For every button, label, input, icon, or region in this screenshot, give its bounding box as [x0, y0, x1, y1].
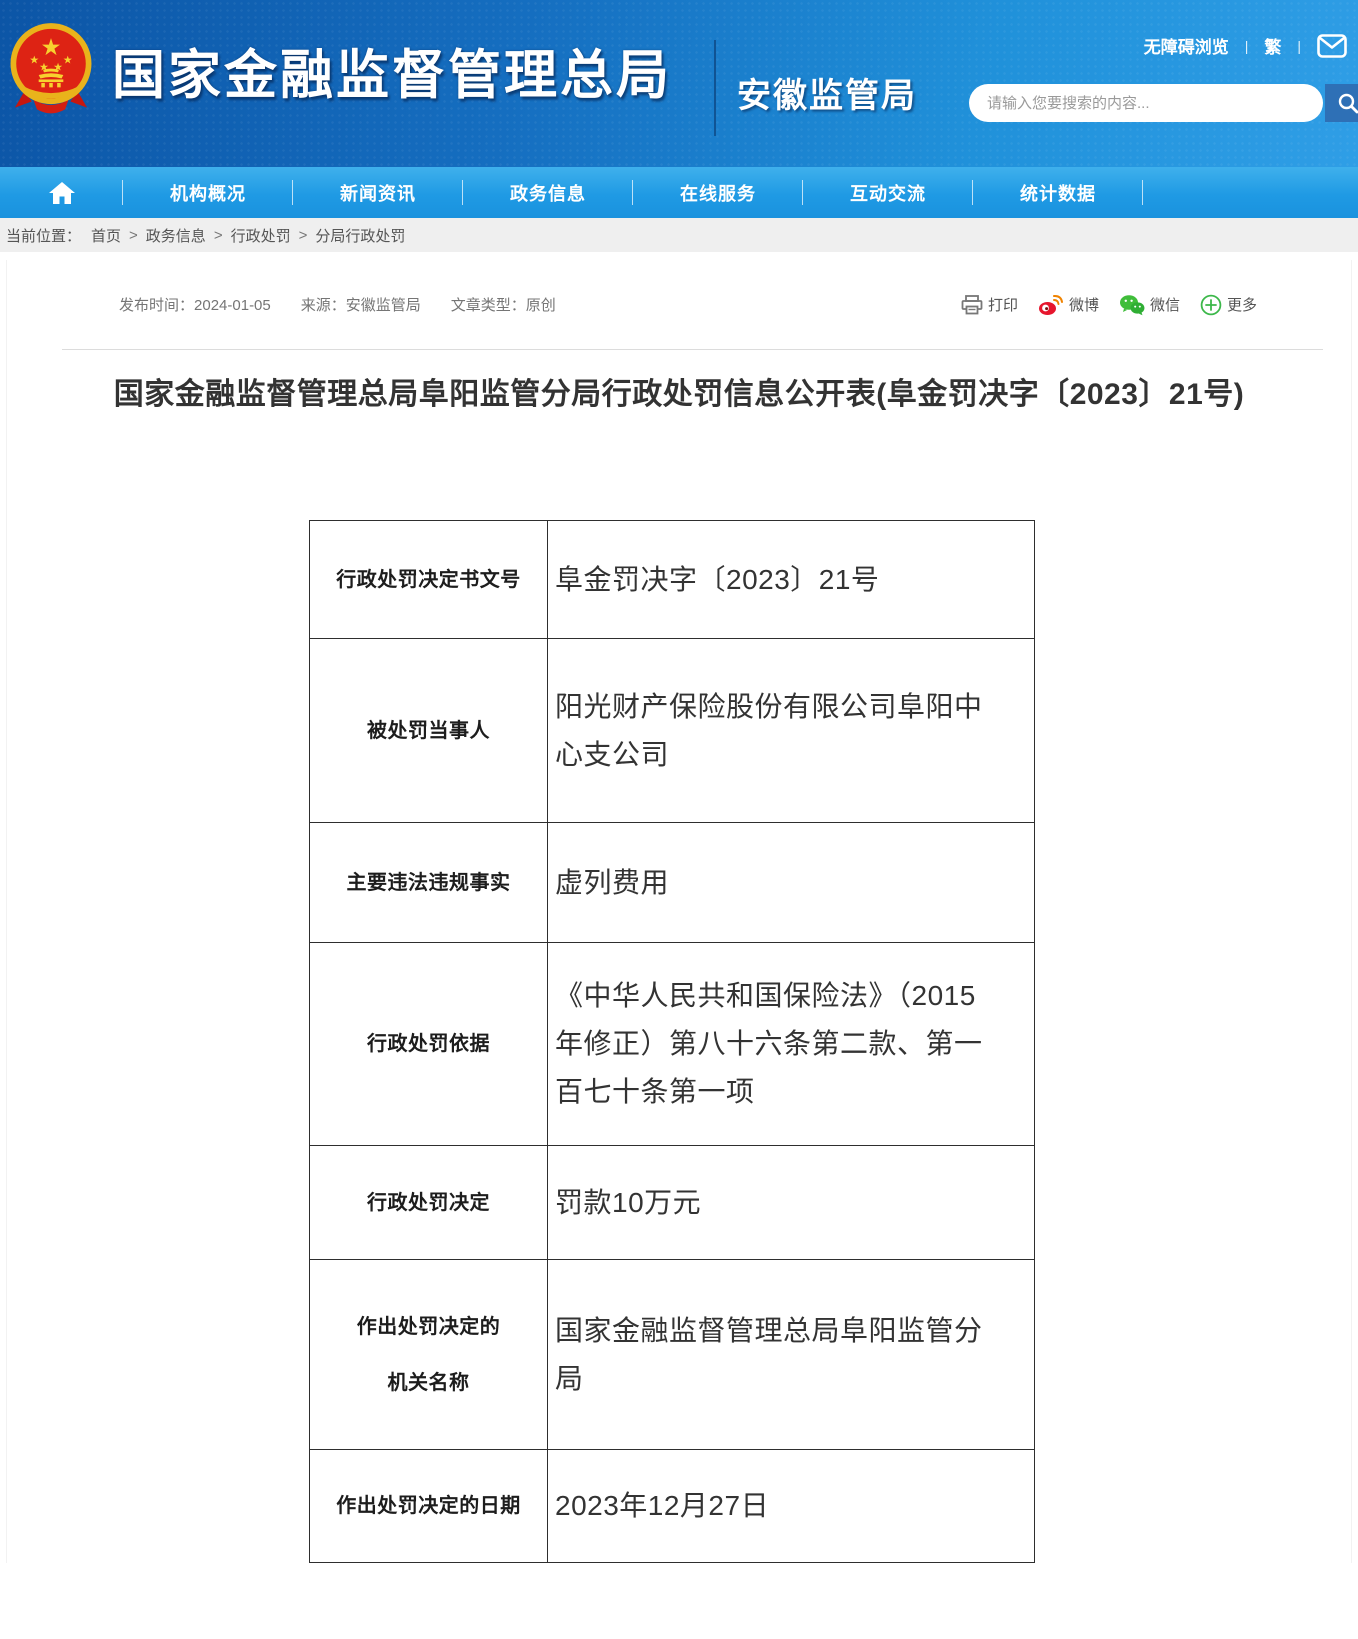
article-type: 文章类型：原创	[450, 297, 556, 314]
row-label: 主要违法违规事实	[309, 822, 548, 943]
breadcrumb-separator: >	[129, 226, 138, 244]
row-value: 虚列费用	[547, 822, 1035, 943]
row-label: 作出处罚决定的 机关名称	[309, 1259, 548, 1450]
table-row: 行政处罚决定 罚款10万元	[309, 1145, 1035, 1260]
row-label-line1: 作出处罚决定的	[356, 1315, 501, 1338]
nav-item-zhengwu[interactable]: 政务信息	[463, 167, 633, 218]
wechat-share-button[interactable]: 微信	[1119, 294, 1180, 316]
bureau-name: 安徽监管局	[737, 77, 917, 115]
page-title: 国家金融监督管理总局阜阳监管分局行政处罚信息公开表(阜金罚决字〔2023〕21号…	[113, 378, 1245, 411]
nav-item-xinwen[interactable]: 新闻资讯	[293, 167, 463, 218]
search-input[interactable]	[969, 84, 1323, 122]
main-nav: 机构概况 新闻资讯 政务信息 在线服务 互动交流 统计数据	[0, 167, 1358, 218]
breadcrumb-item-home[interactable]: 首页	[91, 225, 121, 246]
nav-item-tongji[interactable]: 统计数据	[973, 167, 1143, 218]
traditional-chinese-link[interactable]: 繁	[1264, 33, 1281, 58]
row-value: 国家金融监督管理总局阜阳监管分局	[547, 1259, 1035, 1450]
more-plus-icon	[1200, 294, 1222, 315]
top-links-separator: |	[1297, 37, 1301, 54]
table-row: 主要违法违规事实 虚列费用	[309, 822, 1035, 943]
more-share-button[interactable]: 更多	[1200, 294, 1257, 316]
top-links-separator: |	[1244, 37, 1249, 54]
row-label: 行政处罚决定	[309, 1145, 548, 1260]
article-meta: 发布时间：2024-01-05 来源：安徽监管局 文章类型：原创	[62, 294, 586, 315]
breadcrumb-separator: >	[298, 226, 308, 244]
nav-item-zaixian[interactable]: 在线服务	[633, 167, 803, 218]
nav-home-button[interactable]	[0, 167, 123, 218]
table-row: 作出处罚决定的 机关名称 国家金融监督管理总局阜阳监管分局	[309, 1259, 1035, 1450]
top-links: 无障碍浏览 | 繁 |	[1144, 33, 1347, 58]
row-label: 行政处罚决定书文号	[309, 520, 548, 639]
print-icon	[961, 294, 983, 314]
national-emblem-logo	[10, 23, 92, 114]
row-label: 行政处罚依据	[309, 942, 548, 1146]
table-row: 行政处罚决定书文号 阜金罚决字〔2023〕21号	[309, 520, 1035, 639]
weibo-icon	[1038, 294, 1063, 315]
table-row: 被处罚当事人 阳光财产保险股份有限公司阜阳中心支公司	[309, 638, 1035, 823]
nav-item-jigou[interactable]: 机构概况	[123, 167, 293, 218]
table-row: 作出处罚决定的日期 2023年12月27日	[309, 1449, 1035, 1563]
row-label-line2: 机关名称	[387, 1371, 470, 1394]
breadcrumb-label: 当前位置：	[6, 227, 82, 245]
search-button[interactable]	[1325, 84, 1358, 122]
breadcrumb: 当前位置： 首页 > 政务信息 > 行政处罚 > 分局行政处罚	[0, 218, 1358, 252]
search-bar	[969, 84, 1358, 122]
home-icon	[48, 181, 75, 204]
row-label: 被处罚当事人	[309, 638, 548, 823]
weibo-share-button[interactable]: 微博	[1038, 294, 1099, 316]
row-value: 罚款10万元	[547, 1145, 1035, 1260]
banner-divider	[714, 40, 716, 136]
row-value: 阳光财产保险股份有限公司阜阳中心支公司	[547, 638, 1035, 823]
row-value: 阜金罚决字〔2023〕21号	[547, 520, 1035, 639]
share-actions: 打印 微博 微信 更多	[961, 294, 1323, 316]
search-icon	[1338, 93, 1358, 114]
site-banner: 国家金融监督管理总局 安徽监管局 无障碍浏览 | 繁 |	[0, 0, 1358, 167]
row-label: 作出处罚决定的日期	[309, 1449, 548, 1563]
breadcrumb-item-zhengwu[interactable]: 政务信息	[146, 225, 206, 246]
mail-icon[interactable]	[1317, 33, 1347, 58]
article-meta-row: 发布时间：2024-01-05 来源：安徽监管局 文章类型：原创 打印 微博 微…	[62, 260, 1323, 350]
article-panel: 发布时间：2024-01-05 来源：安徽监管局 文章类型：原创 打印 微博 微…	[6, 260, 1352, 1563]
nav-item-hudong[interactable]: 互动交流	[803, 167, 973, 218]
site-title: 国家金融监督管理总局	[112, 46, 672, 105]
breadcrumb-item-fenju[interactable]: 分局行政处罚	[315, 225, 405, 246]
wechat-icon	[1119, 294, 1145, 315]
article-source: 来源：安徽监管局	[300, 297, 421, 314]
breadcrumb-separator: >	[213, 226, 223, 244]
row-value: 《中华人民共和国保险法》（2015年修正）第八十六条第二款、第一百七十条第一项	[547, 942, 1035, 1146]
table-row: 行政处罚依据 《中华人民共和国保险法》（2015年修正）第八十六条第二款、第一百…	[309, 942, 1035, 1146]
penalty-info-table: 行政处罚决定书文号 阜金罚决字〔2023〕21号 被处罚当事人 阳光财产保险股份…	[309, 520, 1035, 1563]
print-button[interactable]: 打印	[961, 294, 1018, 315]
publish-date: 发布时间：2024-01-05	[119, 297, 271, 314]
breadcrumb-item-xingzheng[interactable]: 行政处罚	[231, 225, 291, 246]
accessibility-link[interactable]: 无障碍浏览	[1144, 33, 1229, 58]
row-value: 2023年12月27日	[547, 1449, 1035, 1563]
